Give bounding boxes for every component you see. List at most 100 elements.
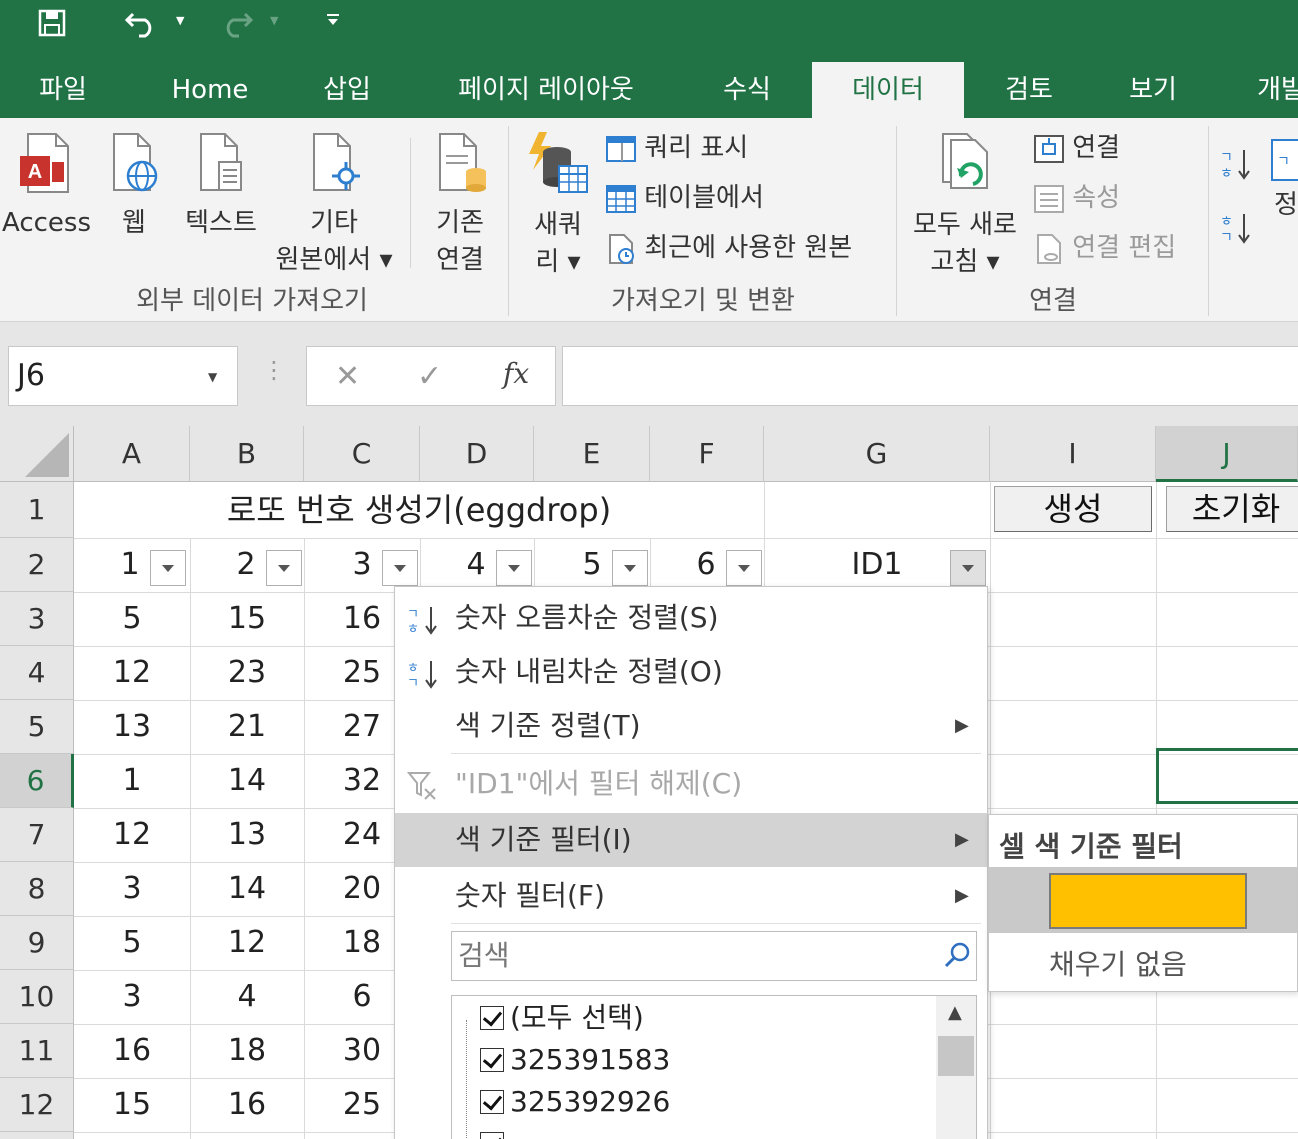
generate-button[interactable]: 생성 [994,486,1152,532]
undo-dropdown-icon[interactable]: ▼ [176,14,184,27]
show-queries-button[interactable]: 쿼리 표시 [606,128,748,168]
tab-home[interactable]: Home [160,62,260,118]
row-header-11[interactable]: 11 [0,1024,74,1078]
tab-developer[interactable]: 개발 [1240,62,1298,118]
recent-sources-button[interactable]: 최근에 사용한 원본 [606,228,852,268]
cell-a12[interactable]: 15 [74,1078,190,1132]
menu-number-filters[interactable]: 숫자 필터(F) ▶ [395,869,987,923]
header-cell-2[interactable]: 2 [226,538,266,592]
properties-button[interactable]: 속성 [1034,178,1120,218]
filter-button-col-e[interactable] [612,550,648,586]
header-cell-1[interactable]: 1 [110,538,150,592]
row-header-3[interactable]: 3 [0,592,74,646]
column-header-j[interactable]: J [1156,426,1298,482]
new-query-button[interactable]: 새쿼 리 ▾ [518,130,598,281]
color-swatch-orange[interactable] [1049,873,1247,929]
cell-b4[interactable]: 23 [190,646,304,700]
tab-data[interactable]: 데이터 [812,62,964,118]
row-header-7[interactable]: 7 [0,808,74,862]
column-header-f[interactable]: F [650,426,764,482]
redo-icon[interactable] [216,6,256,40]
checkbox-checked[interactable] [480,1132,504,1139]
column-header-g[interactable]: G [764,426,990,482]
checkbox-checked[interactable] [480,1006,504,1030]
from-other-sources-button[interactable]: 기타 원본에서 ▾ [266,132,402,279]
cell-b3[interactable]: 15 [190,592,304,646]
undo-icon[interactable] [122,6,162,40]
cell-a7[interactable]: 12 [74,808,190,862]
menu-clear-filter[interactable]: "ID1"에서 필터 해제(C) [395,757,987,811]
sheet-title[interactable]: 로또 번호 생성기(eggdrop) [74,482,764,538]
chevron-up-icon[interactable]: ▲ [948,1002,962,1023]
refresh-all-button[interactable]: 모두 새로 고침 ▾ [904,132,1026,281]
filter-button-col-b[interactable] [266,550,302,586]
filter-button-col-g[interactable] [950,550,986,586]
cell-b8[interactable]: 14 [190,862,304,916]
save-icon[interactable] [34,6,70,40]
cell-b10[interactable]: 4 [190,970,304,1024]
cell-a6[interactable]: 1 [74,754,190,808]
column-header-e[interactable]: E [534,426,650,482]
checkbox-checked[interactable] [480,1048,504,1072]
row-header-4[interactable]: 4 [0,646,74,700]
filter-search-input[interactable]: 검색 [451,931,977,981]
filter-button-col-f[interactable] [726,550,762,586]
insert-function-icon[interactable]: fx [503,357,529,390]
filter-button-col-d[interactable] [496,550,532,586]
edit-links-button[interactable]: 연결 편집 [1034,228,1176,268]
row-header-8[interactable]: 8 [0,862,74,916]
cell-b5[interactable]: 21 [190,700,304,754]
row-header-5[interactable]: 5 [0,700,74,754]
from-text-button[interactable]: 텍스트 [176,132,266,242]
menu-sort-descending[interactable]: ㅎㄱ 숫자 내림차순 정렬(O) [395,645,987,699]
scrollbar-thumb[interactable] [938,1036,974,1076]
name-box[interactable]: J6 [8,346,238,406]
row-header-1[interactable]: 1 [0,482,74,538]
row-header-9[interactable]: 9 [0,916,74,970]
cell-b7[interactable]: 13 [190,808,304,862]
column-header-b[interactable]: B [190,426,304,482]
cell-a5[interactable]: 13 [74,700,190,754]
sort-descending-button[interactable]: ㅎㄱ [1218,210,1252,250]
tab-file[interactable]: 파일 [20,62,106,118]
menu-filter-by-color[interactable]: 색 기준 필터(I) ▶ [395,813,987,867]
active-cell-j6[interactable] [1156,748,1298,804]
column-header-a[interactable]: A [74,426,190,482]
cell-a8[interactable]: 3 [74,862,190,916]
checkbox-checked[interactable] [480,1090,504,1114]
row-header-12[interactable]: 12 [0,1078,74,1132]
row-header-6[interactable]: 6 [0,754,74,808]
customize-qat-icon[interactable] [326,12,340,29]
enter-icon[interactable]: ✓ [417,357,442,397]
header-cell-5[interactable]: 5 [572,538,612,592]
tab-insert[interactable]: 삽입 [306,62,388,118]
tab-view[interactable]: 보기 [1112,62,1194,118]
cell-b6[interactable]: 14 [190,754,304,808]
column-header-d[interactable]: D [420,426,534,482]
cell-a3[interactable]: 5 [74,592,190,646]
cell-a11[interactable]: 16 [74,1024,190,1078]
cell-a4[interactable]: 12 [74,646,190,700]
cancel-icon[interactable]: ✕ [335,357,360,397]
from-access-button[interactable]: A Access [2,132,91,242]
column-header-c[interactable]: C [304,426,420,482]
list-scrollbar[interactable]: ▲ [936,996,976,1139]
cell-b9[interactable]: 12 [190,916,304,970]
tab-review[interactable]: 검토 [988,62,1070,118]
select-all-corner[interactable] [0,426,74,482]
header-cell-6[interactable]: 6 [686,538,726,592]
menu-sort-by-color[interactable]: 색 기준 정렬(T) ▶ [395,699,987,753]
name-box-dropdown-icon[interactable]: ▼ [208,370,217,384]
row-header-10[interactable]: 10 [0,970,74,1024]
from-web-button[interactable]: 웹 [102,132,166,242]
filter-button-col-c[interactable] [382,550,418,586]
redo-dropdown-icon[interactable]: ▼ [270,14,278,27]
reset-button[interactable]: 초기화 [1166,486,1298,532]
tab-page-layout[interactable]: 페이지 레이아웃 [436,62,656,118]
no-fill-option[interactable]: 채우기 없음 [1049,943,1187,983]
sort-ascending-button[interactable]: ㄱㅎ [1218,146,1252,186]
row-header-13[interactable] [0,1132,74,1139]
row-header-2[interactable]: 2 [0,538,74,592]
connections-button[interactable]: 연결 [1034,128,1120,168]
tab-formulas[interactable]: 수식 [706,62,788,118]
